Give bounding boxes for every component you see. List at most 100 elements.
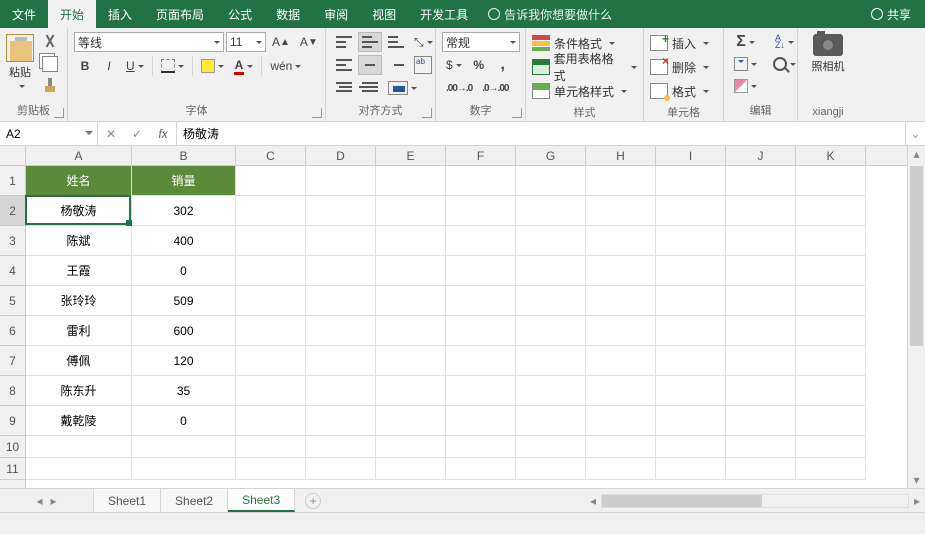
cell[interactable] xyxy=(656,316,726,346)
tab-page-layout[interactable]: 页面布局 xyxy=(144,0,216,28)
sheet-tab-1[interactable]: Sheet1 xyxy=(94,489,161,512)
cell-B1[interactable]: 销量 xyxy=(132,166,236,196)
format-as-table-button[interactable]: 套用表格格式 xyxy=(532,56,637,78)
phonetic-button[interactable]: wén xyxy=(266,56,305,76)
cell[interactable] xyxy=(586,316,656,346)
decrease-decimal-button[interactable]: .0→.00 xyxy=(478,78,512,98)
underline-button[interactable]: U xyxy=(122,56,148,76)
cell[interactable] xyxy=(376,406,446,436)
new-sheet-button[interactable]: + xyxy=(305,493,321,509)
font-color-button[interactable]: A xyxy=(230,56,258,76)
row-header-4[interactable]: 4 xyxy=(0,256,25,286)
sheet-nav-buttons[interactable]: ◂▸ xyxy=(0,489,94,512)
cell[interactable] xyxy=(446,346,516,376)
expand-formula-bar-button[interactable]: ⌄ xyxy=(905,122,925,145)
cell-B5[interactable]: 509 xyxy=(132,286,236,316)
cell[interactable] xyxy=(376,376,446,406)
cell[interactable] xyxy=(656,406,726,436)
cell-A9[interactable]: 戴乾陵 xyxy=(26,406,132,436)
cell[interactable] xyxy=(586,196,656,226)
bold-button[interactable]: B xyxy=(74,56,96,76)
cell[interactable] xyxy=(656,346,726,376)
cell[interactable] xyxy=(516,196,586,226)
align-center-button[interactable] xyxy=(358,55,382,75)
cell[interactable] xyxy=(376,256,446,286)
increase-font-button[interactable]: A▲ xyxy=(268,32,294,52)
sheet-nav-next[interactable]: ▸ xyxy=(51,494,57,508)
cell[interactable] xyxy=(236,458,306,480)
row-header-8[interactable]: 8 xyxy=(0,376,25,406)
cell[interactable] xyxy=(26,436,132,458)
wrap-text-button[interactable] xyxy=(410,55,436,75)
cell[interactable] xyxy=(726,226,796,256)
cell[interactable] xyxy=(516,226,586,256)
cell-B2[interactable]: 302 xyxy=(132,196,236,226)
row-header-9[interactable]: 9 xyxy=(0,406,25,436)
tab-file[interactable]: 文件 xyxy=(0,0,48,28)
cell[interactable] xyxy=(516,458,586,480)
cell[interactable] xyxy=(796,346,866,376)
cell-B9[interactable]: 0 xyxy=(132,406,236,436)
fill-color-button[interactable] xyxy=(197,56,228,76)
autosum-button[interactable] xyxy=(730,32,761,52)
cell[interactable] xyxy=(796,196,866,226)
cell[interactable] xyxy=(796,458,866,480)
sheet-tab-3[interactable]: Sheet3 xyxy=(228,489,295,512)
accounting-format-button[interactable]: $ xyxy=(442,55,466,75)
format-cells-button[interactable]: 格式 xyxy=(650,80,717,102)
cell[interactable] xyxy=(306,406,376,436)
horizontal-scrollbar[interactable]: ◂ ▸ xyxy=(585,489,925,512)
decrease-indent-button[interactable] xyxy=(332,78,356,98)
cell[interactable] xyxy=(516,346,586,376)
sheet-tab-2[interactable]: Sheet2 xyxy=(161,489,228,512)
italic-button[interactable]: I xyxy=(98,56,120,76)
cell-styles-button[interactable]: 单元格样式 xyxy=(532,80,637,102)
cell-B4[interactable]: 0 xyxy=(132,256,236,286)
scroll-right-arrow[interactable]: ▸ xyxy=(909,494,925,508)
row-header-11[interactable]: 11 xyxy=(0,458,25,480)
cell[interactable] xyxy=(586,376,656,406)
cell[interactable] xyxy=(132,436,236,458)
cell[interactable] xyxy=(796,286,866,316)
cell-A4[interactable]: 王霞 xyxy=(26,256,132,286)
percent-button[interactable] xyxy=(468,55,490,75)
enter-formula-button[interactable]: ✓ xyxy=(124,127,150,141)
cell[interactable] xyxy=(656,196,726,226)
cell[interactable] xyxy=(586,436,656,458)
col-header-K[interactable]: K xyxy=(796,146,866,165)
row-header-7[interactable]: 7 xyxy=(0,346,25,376)
cell[interactable] xyxy=(446,256,516,286)
dialog-launcher-icon[interactable] xyxy=(54,108,64,118)
format-painter-button[interactable] xyxy=(38,76,62,96)
cell[interactable] xyxy=(586,458,656,480)
cell[interactable] xyxy=(306,226,376,256)
cell[interactable] xyxy=(306,286,376,316)
cell[interactable] xyxy=(726,316,796,346)
cell[interactable] xyxy=(726,458,796,480)
cell[interactable] xyxy=(796,166,866,196)
row-header-10[interactable]: 10 xyxy=(0,436,25,458)
align-right-button[interactable] xyxy=(384,55,408,75)
cell[interactable] xyxy=(446,376,516,406)
cell[interactable] xyxy=(586,406,656,436)
cell[interactable] xyxy=(306,256,376,286)
cell[interactable] xyxy=(446,196,516,226)
cell[interactable] xyxy=(306,196,376,226)
col-header-A[interactable]: A xyxy=(26,146,132,165)
col-header-I[interactable]: I xyxy=(656,146,726,165)
cell[interactable] xyxy=(376,436,446,458)
row-header-6[interactable]: 6 xyxy=(0,316,25,346)
row-header-2[interactable]: 2 xyxy=(0,196,25,226)
cell[interactable] xyxy=(726,406,796,436)
tab-developer[interactable]: 开发工具 xyxy=(408,0,480,28)
align-bottom-button[interactable] xyxy=(384,32,408,52)
row-headers[interactable]: 1 2 3 4 5 6 7 8 9 10 11 xyxy=(0,166,26,488)
cell[interactable] xyxy=(726,166,796,196)
cell[interactable] xyxy=(726,436,796,458)
cell[interactable] xyxy=(236,346,306,376)
row-header-3[interactable]: 3 xyxy=(0,226,25,256)
col-header-J[interactable]: J xyxy=(726,146,796,165)
cell[interactable] xyxy=(236,406,306,436)
comma-button[interactable] xyxy=(492,55,514,75)
cell[interactable] xyxy=(516,376,586,406)
